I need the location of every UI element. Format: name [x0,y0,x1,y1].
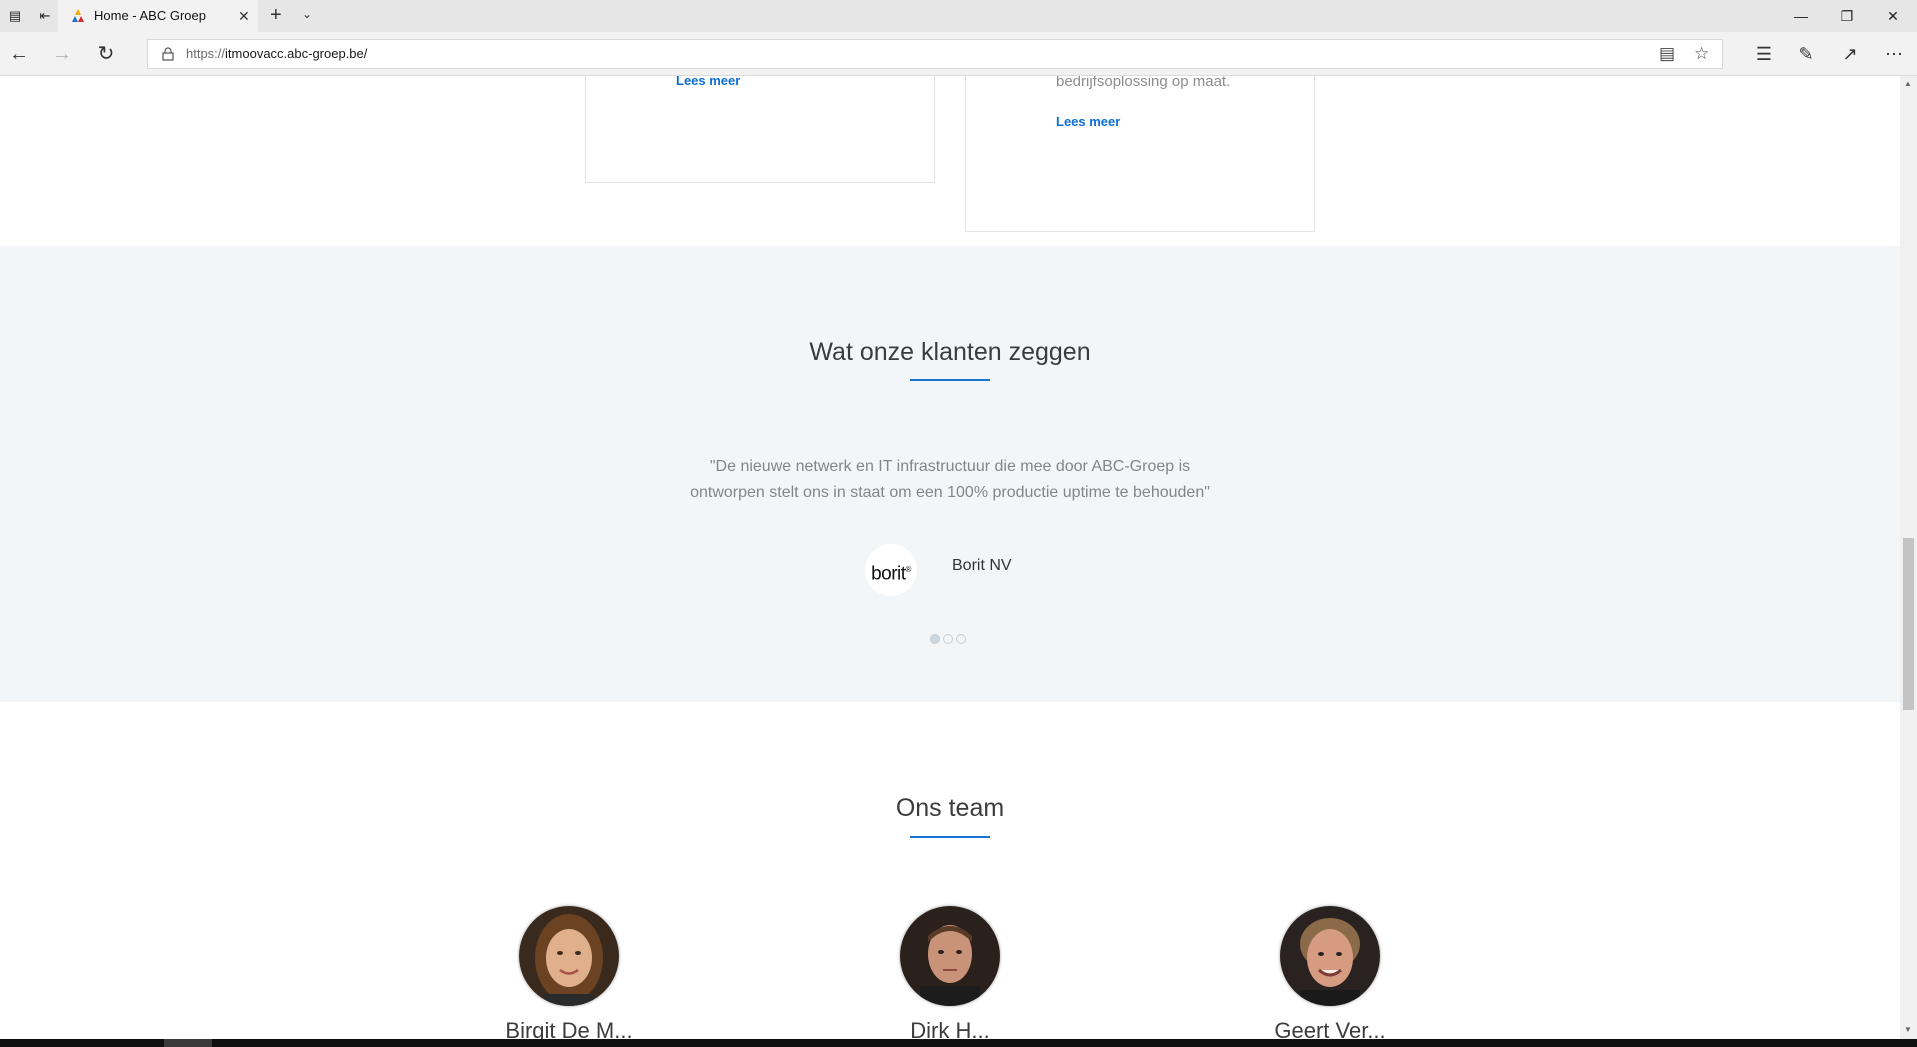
favorite-star-icon[interactable]: ☆ [1694,45,1709,63]
favorites-hub-icon[interactable]: ☰ [1752,42,1776,66]
testimonial-quote: "De nieuwe netwerk en IT infrastructuur … [690,458,1210,501]
carousel-dot-1[interactable] [930,634,940,644]
scroll-down-arrow-icon[interactable]: ▼ [1904,1025,1912,1034]
team-member-name-2: Dirk H... [910,1018,990,1039]
abc-groep-favicon-icon [72,9,84,22]
carousel-dot-2[interactable] [943,634,953,644]
more-options-icon[interactable]: ⋯ [1882,42,1906,66]
web-note-pen-icon[interactable]: ✎ [1794,42,1818,66]
team-title: Ons team [895,794,1005,822]
client-logo-text: borit [871,563,906,585]
share-icon[interactable]: ↗ [1838,42,1862,66]
tab-title: Home - ABC Groep [94,8,206,23]
team-member-avatar-3[interactable] [1280,906,1380,1006]
url-text[interactable]: https://itmoovacc.abc-groep.be/ [186,46,367,62]
team-title-underline [910,836,990,838]
tab-home-abc-groep[interactable]: Home - ABC Groep ✕ [58,0,258,32]
minimize-icon[interactable]: — [1778,0,1824,32]
url-protocol: https:// [186,46,226,61]
chevron-down-icon[interactable]: ⌄ [302,7,312,21]
team-member-name-3: Geert Ver... [1274,1018,1386,1039]
reading-view-icon[interactable]: ▤ [1659,45,1675,63]
page-scrollbar[interactable]: ▲ ▼ [1900,76,1917,1039]
taskbar-active-app[interactable] [164,1039,212,1047]
navigation-bar: ← → ↻ https://itmoovacc.abc-groep.be/ ▤ … [0,32,1917,76]
page-viewport: Lees meer bedrijfsoplossing op maat. Lee… [0,76,1900,1039]
person-portrait-icon [900,906,1000,1006]
refresh-icon[interactable]: ↻ [94,42,118,66]
person-portrait-icon [1280,906,1380,1006]
carousel-dot-3[interactable] [956,634,966,644]
card-left-read-more-link[interactable]: Lees meer [676,76,740,88]
forward-icon[interactable]: → [50,42,74,66]
scroll-thumb[interactable] [1903,538,1914,710]
borit-logo: borit® [865,544,917,596]
service-card-right: bedrijfsoplossing op maat. Lees meer [965,76,1315,232]
card-right-read-more-link[interactable]: Lees meer [1056,114,1120,129]
tab-manager-icon[interactable]: ▤ [6,7,24,25]
restore-icon[interactable]: ❐ [1824,0,1870,32]
client-name: Borit NV [952,557,1012,574]
scroll-up-arrow-icon[interactable]: ▲ [1904,79,1912,88]
close-tab-icon[interactable]: ✕ [238,7,250,25]
team-member-name-1: Birgit De M... [505,1018,633,1039]
new-tab-icon[interactable]: + [270,5,282,25]
taskbar [0,1039,1917,1047]
url-host: itmoovacc.abc-groep.be/ [225,46,368,61]
back-icon[interactable]: ← [7,42,31,66]
testimonials-title-underline [910,379,990,381]
lock-icon [162,47,174,61]
person-portrait-icon [519,906,619,1006]
tabs-aside-icon[interactable]: ⇤ [36,7,54,25]
team-member-avatar-1[interactable] [519,906,619,1006]
testimonials-section: Wat onze klanten zeggen "De nieuwe netwe… [0,246,1900,702]
card-right-text: bedrijfsoplossing op maat. [1056,76,1231,90]
address-bar[interactable]: https://itmoovacc.abc-groep.be/ ▤ ☆ [147,39,1723,69]
service-card-left: Lees meer [585,76,935,183]
team-member-avatar-2[interactable] [900,906,1000,1006]
carousel-dots [930,634,970,646]
tab-bar: ▤ ⇤ Home - ABC Groep ✕ + ⌄ — ❐ ✕ [0,0,1917,32]
testimonials-title: Wat onze klanten zeggen [809,338,1091,366]
window-close-icon[interactable]: ✕ [1870,0,1916,32]
